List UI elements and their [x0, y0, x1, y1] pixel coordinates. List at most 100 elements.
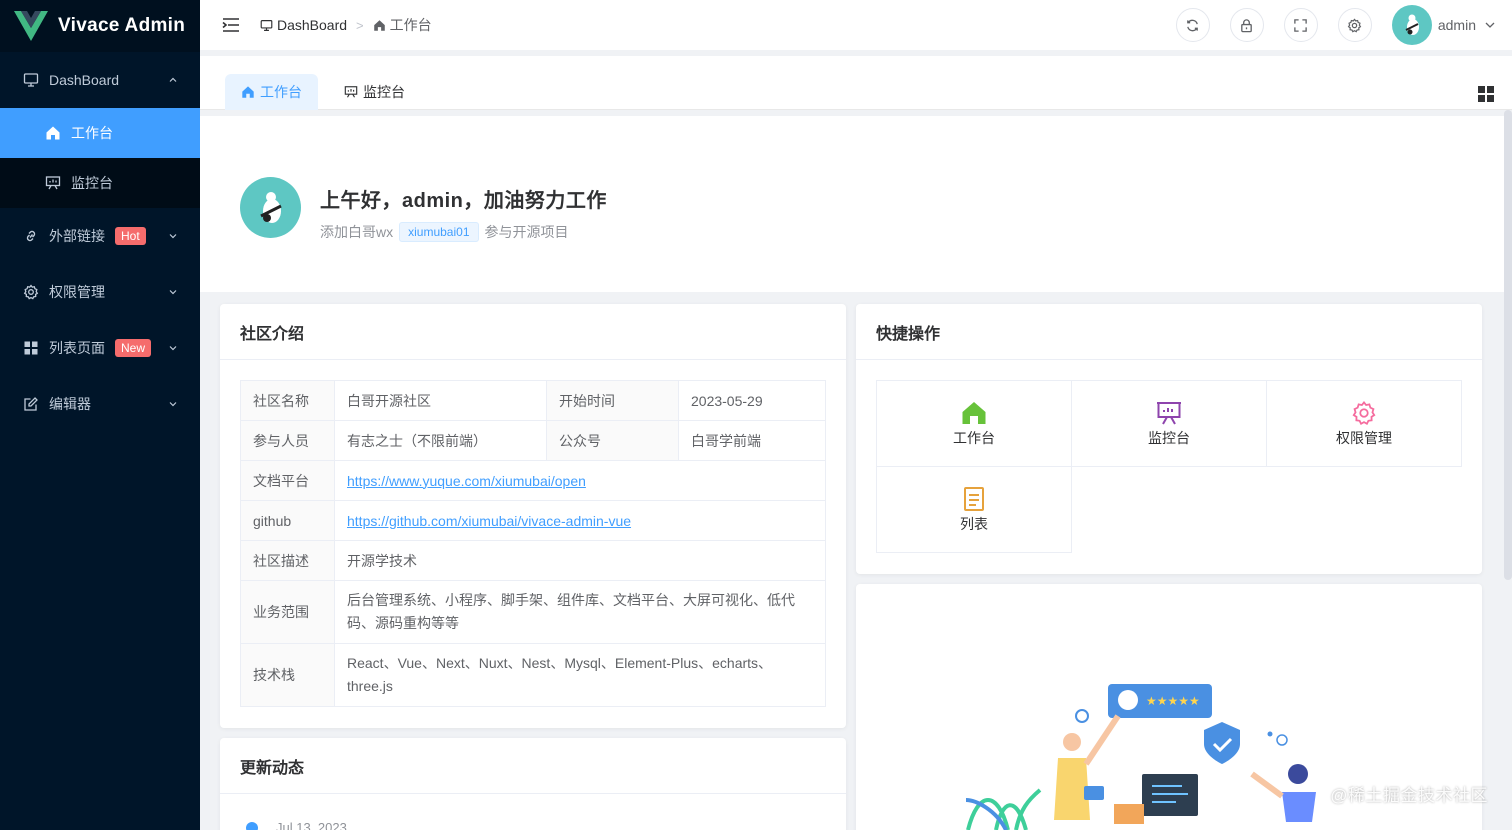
new-badge: New	[115, 339, 152, 357]
chevron-up-icon	[169, 77, 177, 82]
tab-workbench[interactable]: 工作台	[225, 74, 318, 110]
chevron-down-icon	[169, 290, 177, 295]
table-label: 业务范围	[240, 580, 335, 644]
card-title: 更新动态	[220, 738, 846, 794]
fullscreen-button[interactable]	[1283, 8, 1318, 42]
user-avatar-icon	[1405, 14, 1419, 35]
menu-monitor[interactable]: 监控台	[0, 158, 200, 208]
username[interactable]: admin	[1438, 17, 1476, 33]
grid-icon	[22, 339, 40, 357]
greeting-panel: 上午好，admin，加油努力工作 添加白哥wx xiumubai01 参与开源项…	[200, 116, 1504, 292]
greeting-subtitle: 添加白哥wx xiumubai01 参与开源项目	[320, 222, 569, 242]
timeline-dot	[246, 822, 258, 830]
document-icon	[964, 486, 984, 511]
quick-actions-card: 快捷操作 工作台 监控台 权限管理 列表	[856, 304, 1482, 574]
menu-permissions[interactable]: 权限管理	[0, 264, 200, 320]
gear-icon	[22, 283, 40, 301]
grid-menu-icon[interactable]	[1478, 86, 1494, 102]
menu-label: 列表页面	[49, 340, 105, 356]
breadcrumb-separator: >	[356, 17, 364, 33]
quick-item-permissions[interactable]: 权限管理	[1266, 380, 1462, 467]
card-title: 社区介绍	[220, 304, 846, 360]
gear-icon	[1352, 400, 1376, 425]
wx-tag: xiumubai01	[399, 222, 479, 242]
header-toolbar: admin	[1175, 0, 1512, 50]
table-label: 开始时间	[546, 380, 679, 421]
community-card: 社区介绍 社区名称 白哥开源社区 开始时间 2023-05-29 参与人员 有志…	[220, 304, 846, 728]
greeting-title: 上午好，admin，加油努力工作	[320, 190, 607, 212]
monitor-board-icon	[344, 86, 358, 98]
hamburger-icon[interactable]	[222, 17, 240, 33]
home-icon	[962, 401, 986, 424]
scrollbar[interactable]	[1504, 110, 1512, 580]
home-icon	[373, 19, 385, 31]
community-table: 社区名称 白哥开源社区 开始时间 2023-05-29 参与人员 有志之士（不限…	[240, 380, 826, 707]
tab-monitor[interactable]: 监控台	[328, 74, 421, 110]
table-label: 社区名称	[240, 380, 335, 421]
avatar[interactable]	[1391, 5, 1432, 45]
menu-label: 编辑器	[49, 396, 91, 412]
vue-logo-icon	[14, 11, 48, 41]
table-cell: 白哥学前端	[678, 420, 826, 461]
avatar	[240, 177, 301, 238]
svg-text:★★★★★: ★★★★★	[1146, 694, 1200, 708]
menu-workbench[interactable]: 工作台	[0, 108, 200, 158]
table-label: 文档平台	[240, 460, 335, 501]
dashboard-submenu: 工作台 监控台	[0, 108, 200, 208]
breadcrumb: DashBoard > 工作台	[260, 15, 432, 35]
quick-item-workbench[interactable]: 工作台	[876, 380, 1072, 467]
table-label: 公众号	[546, 420, 679, 461]
table-label: 参与人员	[240, 420, 335, 461]
chevron-down-icon	[169, 234, 177, 239]
card-title: 快捷操作	[856, 304, 1482, 360]
menu-label: 工作台	[71, 125, 113, 141]
watermark: @稀土掘金技术社区	[1330, 786, 1488, 805]
chevron-down-icon	[169, 402, 177, 407]
gear-icon	[1348, 17, 1362, 33]
lock-icon	[1241, 18, 1253, 32]
tabs-bar: 工作台 监控台	[200, 56, 1512, 110]
github-link[interactable]: https://github.com/xiumubai/vivace-admin…	[347, 513, 631, 529]
table-cell: React、Vue、Next、Nuxt、Nest、Mysql、Element-P…	[334, 643, 826, 707]
docs-link[interactable]: https://www.yuque.com/xiumubai/open	[347, 473, 586, 489]
breadcrumb-item-dashboard[interactable]: DashBoard	[260, 17, 347, 33]
table-cell: https://www.yuque.com/xiumubai/open	[334, 460, 826, 501]
menu-editor[interactable]: 编辑器	[0, 376, 200, 432]
monitor-board-icon	[44, 174, 62, 192]
logo[interactable]: Vivace Admin	[0, 0, 200, 52]
refresh-button[interactable]	[1175, 8, 1210, 42]
breadcrumb-item-workbench: 工作台	[373, 15, 432, 35]
timeline-date: Jul 13, 2023	[276, 820, 347, 830]
chevron-down-icon[interactable]	[1484, 19, 1496, 31]
menu-label: DashBoard	[49, 72, 120, 88]
refresh-icon	[1187, 19, 1199, 31]
table-label: github	[240, 500, 335, 541]
fullscreen-icon	[1294, 18, 1308, 32]
table-cell: 开源学技术	[334, 540, 826, 581]
quick-item-list[interactable]: 列表	[876, 466, 1072, 553]
menu-label: 监控台	[71, 175, 113, 191]
menu-label: 权限管理	[49, 284, 105, 300]
app-title: Vivace Admin	[58, 15, 186, 36]
table-label: 技术栈	[240, 643, 335, 707]
table-label: 社区描述	[240, 540, 335, 581]
menu-external-links[interactable]: 外部链接 Hot	[0, 208, 200, 264]
table-cell: 白哥开源社区	[334, 380, 547, 421]
lock-button[interactable]	[1229, 8, 1264, 42]
table-cell: 有志之士（不限前端）	[334, 420, 547, 461]
home-icon	[242, 86, 254, 98]
hot-badge: Hot	[115, 227, 146, 245]
table-cell: https://github.com/xiumubai/vivace-admin…	[334, 500, 826, 541]
settings-button[interactable]	[1337, 8, 1372, 42]
user-avatar-icon	[259, 191, 282, 223]
sidebar: Vivace Admin DashBoard 工作台 监控台 外部链接 Hot	[0, 0, 200, 830]
top-header: DashBoard > 工作台 admin	[200, 0, 1512, 50]
table-cell: 2023-05-29	[678, 380, 826, 421]
monitor-icon	[260, 19, 273, 31]
updates-card: 更新动态 Jul 13, 2023	[220, 738, 846, 830]
menu-list-pages[interactable]: 列表页面 New	[0, 320, 200, 376]
quick-item-monitor[interactable]: 监控台	[1071, 380, 1267, 467]
monitor-icon	[22, 71, 40, 89]
monitor-board-icon	[1157, 401, 1181, 424]
menu-dashboard[interactable]: DashBoard	[0, 52, 200, 108]
